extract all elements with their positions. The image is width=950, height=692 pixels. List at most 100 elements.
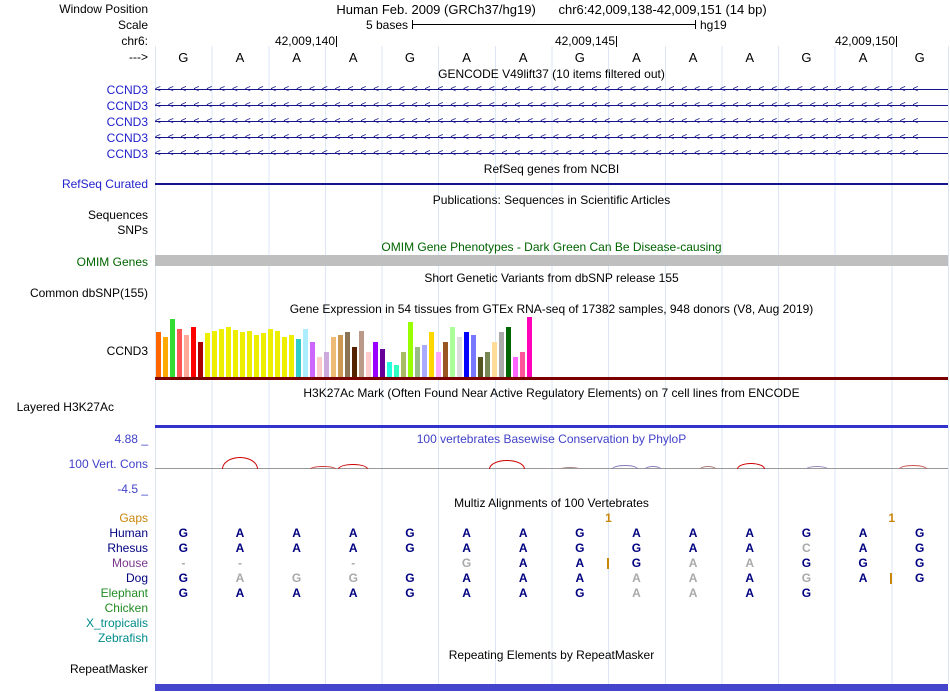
gtex-bar: [254, 335, 259, 377]
conservation-peak: [899, 465, 927, 469]
gencode-transcript[interactable]: <<<<<<<<<<<<<<<<<<<<<<<<<<<<<<<<<<<<<<<<…: [155, 131, 948, 144]
gtex-track-title: Gene Expression in 54 tissues from GTEx …: [289, 302, 814, 316]
h3k27ac-label[interactable]: Layered H3K27Ac: [0, 400, 114, 414]
species-label-elephant[interactable]: Elephant: [0, 586, 148, 600]
gencode-transcript[interactable]: <<<<<<<<<<<<<<<<<<<<<<<<<<<<<<<<<<<<<<<<…: [155, 115, 948, 128]
base-letter: A: [235, 50, 245, 65]
base-letter: A: [858, 50, 868, 65]
alignment-base: A: [575, 571, 585, 585]
gtex-bar: [506, 327, 511, 377]
gtex-bar: [394, 365, 399, 377]
conservation-peak: [310, 466, 336, 469]
gtex-bar: [429, 332, 434, 377]
gtex-bar: [513, 357, 518, 377]
common-dbsnp-label[interactable]: Common dbSNP(155): [0, 286, 148, 300]
alignment-base: G: [291, 571, 302, 585]
conservation-peak: [560, 467, 580, 469]
sequence-row: GAAAGAAGAAAGAG: [155, 50, 948, 65]
tick-mark: [896, 36, 897, 47]
alignment-base: A: [745, 586, 755, 600]
snps-label[interactable]: SNPs: [0, 223, 148, 237]
species-label-human[interactable]: Human: [0, 526, 148, 540]
alignment-base: G: [405, 526, 415, 540]
gencode-gene-label[interactable]: CCND3: [0, 99, 148, 113]
alignment-base: G: [575, 526, 585, 540]
ruler-tick-3-value: 42,009,150: [834, 34, 895, 48]
species-label-rhesus[interactable]: Rhesus: [0, 541, 148, 555]
gencode-transcript[interactable]: <<<<<<<<<<<<<<<<<<<<<<<<<<<<<<<<<<<<<<<<…: [155, 99, 948, 112]
alignment-base: A: [745, 571, 755, 585]
gtex-bar: [471, 335, 476, 377]
phylop-track-title: 100 vertebrates Basewise Conservation by…: [416, 432, 687, 446]
omim-gene-bar[interactable]: [155, 255, 948, 266]
gtex-bar: [205, 333, 210, 377]
alignment-base: A: [745, 556, 755, 570]
alignment-base: A: [462, 586, 471, 600]
species-label-mouse[interactable]: Mouse: [0, 556, 148, 570]
conservation-peak: [222, 457, 258, 469]
ruler-tick-1: 42,009,140: [275, 34, 337, 48]
alignment-base: A: [462, 526, 471, 540]
publications-track-title: Publications: Sequences in Scientific Ar…: [432, 193, 671, 207]
alignment-base: A: [292, 526, 301, 540]
species-label-chicken[interactable]: Chicken: [0, 601, 148, 615]
gencode-transcript[interactable]: <<<<<<<<<<<<<<<<<<<<<<<<<<<<<<<<<<<<<<<<…: [155, 147, 948, 160]
repeatmasker-label[interactable]: RepeatMasker: [0, 662, 148, 676]
gtex-bar: [436, 352, 441, 377]
gtex-bar: [261, 333, 266, 377]
chromosome-label: chr6:: [121, 34, 148, 48]
alignment-base: G: [914, 526, 925, 540]
gtex-expression-bars[interactable]: [155, 317, 948, 377]
phylop-max-label: 4.88 _: [114, 432, 148, 446]
gtex-gene-label[interactable]: CCND3: [0, 344, 148, 358]
gtex-bar: [478, 357, 483, 377]
sequences-label[interactable]: Sequences: [0, 208, 148, 222]
gencode-gene-label[interactable]: CCND3: [0, 147, 148, 161]
gtex-bar: [485, 352, 490, 377]
h3k27ac-track-title: H3K27Ac Mark (Often Found Near Active Re…: [303, 386, 800, 400]
gencode-transcript[interactable]: <<<<<<<<<<<<<<<<<<<<<<<<<<<<<<<<<<<<<<<<…: [155, 83, 948, 96]
alignment-base: A: [518, 556, 528, 570]
gtex-bar: [184, 335, 189, 377]
gtex-bar: [408, 322, 413, 377]
alignment-base: G: [348, 571, 358, 585]
gencode-gene-label[interactable]: CCND3: [0, 131, 148, 145]
gtex-bar: [422, 345, 427, 377]
gtex-bar: [373, 342, 378, 377]
alignment-base: A: [348, 526, 358, 540]
refseq-track-title: RefSeq genes from NCBI: [483, 162, 620, 176]
gencode-gene-label[interactable]: CCND3: [0, 83, 148, 97]
alignment-base: A: [632, 571, 641, 585]
refseq-curated-label[interactable]: RefSeq Curated: [0, 177, 148, 191]
gencode-gene-label[interactable]: CCND3: [0, 115, 148, 129]
species-label-zebrafish[interactable]: Zebrafish: [0, 631, 148, 645]
alignment-base: A: [632, 586, 641, 600]
scale-bases-text: 5 bases: [365, 18, 408, 32]
alignment-base: A: [348, 586, 358, 600]
h3k27ac-signal[interactable]: [155, 425, 948, 428]
header-title: Human Feb. 2009 (GRCh37/hg19) chr6:42,00…: [155, 2, 948, 17]
gaps-label[interactable]: Gaps: [0, 511, 148, 525]
conservation-peak: [700, 466, 716, 469]
gtex-bar: [366, 352, 371, 377]
gtex-bar: [443, 342, 448, 377]
scale-label: Scale: [117, 18, 148, 32]
conservation-peak: [338, 464, 368, 469]
alignment-base: G: [575, 541, 585, 555]
gtex-bar: [415, 347, 420, 377]
base-letter: A: [292, 50, 301, 65]
omim-genes-label[interactable]: OMIM Genes: [0, 255, 148, 269]
base-letter: A: [632, 50, 641, 65]
refseq-curated-item[interactable]: [155, 183, 948, 185]
gencode-track-title: GENCODE V49lift37 (10 items filtered out…: [438, 67, 665, 81]
alignment-base: A: [235, 586, 245, 600]
alignment-base: G: [801, 586, 812, 600]
alignment-base: G: [631, 541, 642, 555]
phylop-label[interactable]: 100 Vert. Cons: [0, 457, 148, 471]
gtex-bar: [212, 331, 217, 377]
species-label-x_tropicalis[interactable]: X_tropicalis: [0, 616, 148, 630]
gtex-bar: [338, 335, 343, 377]
conservation-plot[interactable]: [155, 447, 948, 491]
species-label-dog[interactable]: Dog: [0, 571, 148, 585]
alignment-base: A: [348, 541, 358, 555]
